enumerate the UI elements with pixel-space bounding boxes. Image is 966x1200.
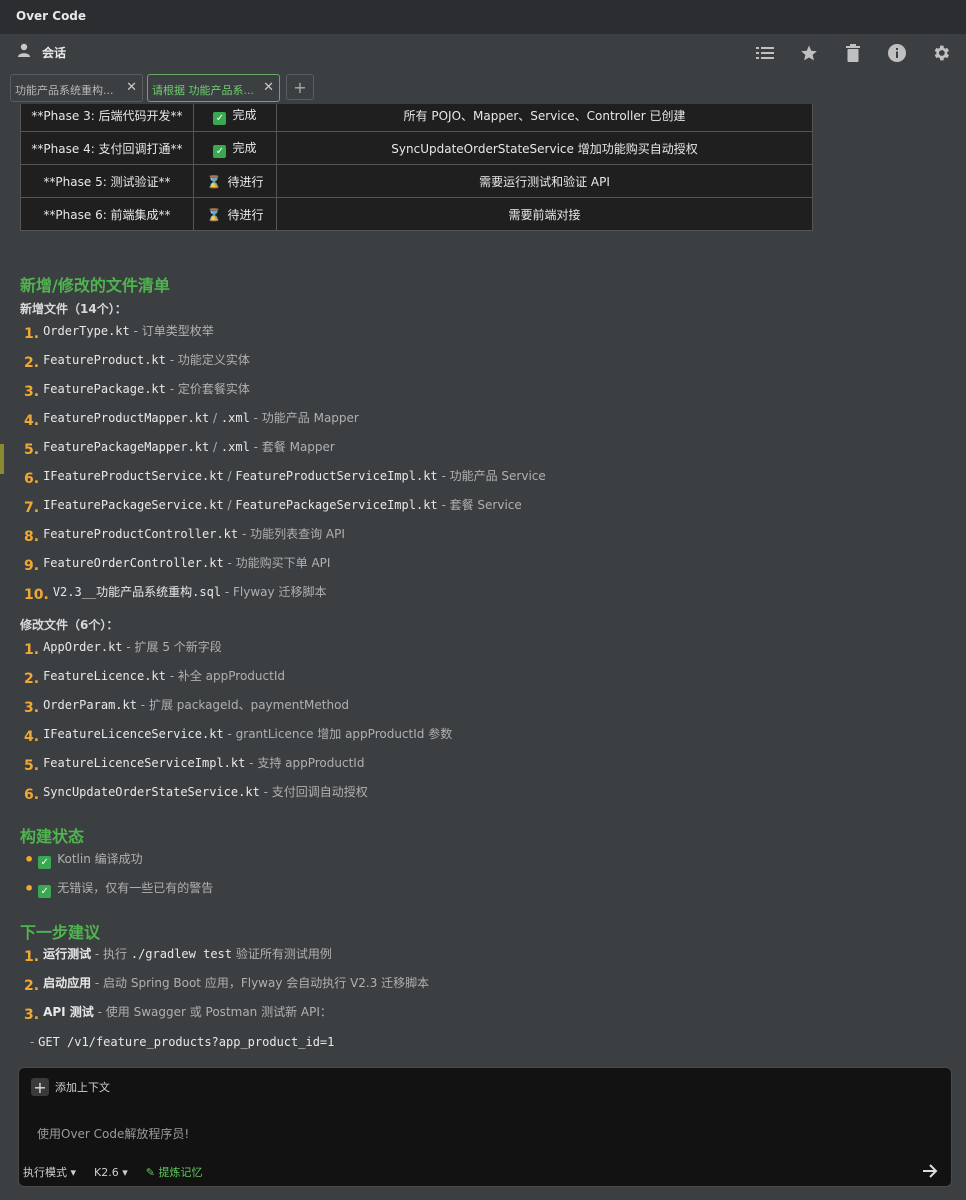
session-bar: 会话: [0, 34, 966, 70]
phase-cell: **Phase 4: 支付回调打通**: [20, 131, 194, 165]
note-cell: SyncUpdateOrderStateService 增加功能购买自动授权: [276, 131, 813, 165]
info-icon[interactable]: [886, 42, 908, 64]
note-cell: 需要前端对接: [276, 197, 813, 231]
list-item: 5. FeatureLicenceServiceImpl.kt - 支持 appP…: [24, 756, 365, 774]
tab-session-1[interactable]: 功能产品系统重构... ✕: [10, 74, 143, 102]
session-label: 会话: [42, 46, 67, 60]
table-row: **Phase 3: 后端代码开发** ✓ 完成 所有 POJO、Mapper、S…: [20, 104, 813, 132]
phase-cell: **Phase 6: 前端集成**: [20, 197, 194, 231]
list-item: 9. FeatureOrderController.kt - 功能购买下单 API: [24, 556, 331, 574]
chat-input-box: + 添加上下文 执行模式 ▾ K2.6 ▾ ✎ 提炼记忆: [18, 1067, 952, 1187]
add-tab-button[interactable]: +: [286, 74, 314, 100]
list-icon[interactable]: [754, 42, 776, 64]
message-content: **Phase 3: 后端代码开发** ✓ 完成 所有 POJO、Mapper、S…: [0, 104, 966, 1054]
phase-table: **Phase 3: 后端代码开发** ✓ 完成 所有 POJO、Mapper、S…: [20, 104, 813, 231]
list-item: • ✓ 无错误，仅有一些已有的警告: [24, 879, 214, 898]
gear-icon[interactable]: [930, 42, 952, 64]
note-cell: 所有 POJO、Mapper、Service、Controller 已创建: [276, 104, 813, 132]
status-cell: ✓ 完成: [193, 104, 277, 132]
tab-label: 功能产品系统重构...: [15, 84, 114, 97]
check-icon: ✓: [38, 885, 52, 898]
tab-bar: 功能产品系统重构... ✕ 请根据 功能产品系... ✕: [0, 70, 966, 104]
tab-session-2[interactable]: 请根据 功能产品系... ✕: [147, 74, 280, 102]
hourglass-icon: ⌛: [206, 174, 222, 189]
note-cell: 需要运行测试和验证 API: [276, 164, 813, 198]
app-title: Over Code: [16, 9, 87, 23]
pencil-icon: ✎: [145, 1166, 155, 1179]
list-item: 1. AppOrder.kt - 扩展 5 个新字段: [24, 640, 222, 658]
status-cell: ⌛ 待进行: [193, 197, 277, 231]
check-icon: ✓: [213, 111, 227, 125]
section-heading-files: 新增/修改的文件清单: [20, 276, 170, 295]
check-icon: ✓: [213, 144, 227, 158]
chat-input[interactable]: [37, 1124, 897, 1144]
caret-down-icon: ▾: [70, 1166, 77, 1179]
phase-cell: **Phase 3: 后端代码开发**: [20, 104, 194, 132]
caret-down-icon: ▾: [122, 1165, 128, 1179]
add-context-label: 添加上下文: [55, 1081, 110, 1094]
list-item: 3. OrderParam.kt - 扩展 packageId、paymentMe…: [24, 698, 350, 716]
list-item: 3. FeaturePackage.kt - 定价套餐实体: [24, 382, 250, 400]
check-icon: ✓: [38, 856, 52, 869]
table-row: **Phase 4: 支付回调打通** ✓ 完成 SyncUpdateOrderS…: [20, 131, 813, 165]
trash-icon[interactable]: [842, 42, 864, 64]
list-item: 2. FeatureLicence.kt - 补全 appProductId: [24, 669, 285, 687]
list-item: 8. FeatureProductController.kt - 功能列表查询 A…: [24, 527, 345, 545]
input-footer: 执行模式 ▾ K2.6 ▾ ✎ 提炼记忆: [23, 1164, 203, 1180]
gutter-marker: [0, 444, 4, 474]
list-item: 10. V2.3__功能产品系统重构.sql - Flyway 迁移脚本: [24, 585, 327, 603]
list-item: 1. 运行测试 - 执行 ./gradlew test 验证所有测试用例: [24, 947, 332, 965]
list-item: 7. IFeaturePackageService.kt / FeaturePac…: [24, 498, 522, 516]
memory-button[interactable]: ✎ 提炼记忆: [146, 1164, 203, 1180]
send-icon[interactable]: [919, 1160, 941, 1182]
table-row: **Phase 5: 测试验证** ⌛ 待进行 需要运行测试和验证 API: [20, 164, 813, 198]
list-item: 4. IFeatureLicenceService.kt - grantLicen…: [24, 727, 453, 745]
close-icon[interactable]: ✕: [126, 80, 137, 95]
close-icon[interactable]: ✕: [263, 80, 274, 95]
status-cell: ⌛ 待进行: [193, 164, 277, 198]
hourglass-icon: ⌛: [206, 207, 222, 222]
model-select[interactable]: K2.6 ▾: [94, 1166, 128, 1179]
list-item: 2. 启动应用 - 启动 Spring Boot 应用，Flyway 会自动执行 …: [24, 976, 430, 994]
list-item: 6. IFeatureProductService.kt / FeaturePro…: [24, 469, 546, 487]
list-item: 6. SyncUpdateOrderStateService.kt - 支付回调自…: [24, 785, 368, 803]
phase-cell: **Phase 5: 测试验证**: [20, 164, 194, 198]
list-item: 5. FeaturePackageMapper.kt / .xml - 套餐 Ma…: [24, 440, 335, 458]
star-icon[interactable]: [798, 42, 820, 64]
status-cell: ✓ 完成: [193, 131, 277, 165]
list-item: 1. OrderType.kt - 订单类型枚举: [24, 324, 214, 342]
list-item: 3. API 测试 - 使用 Swagger 或 Postman 测试新 API：: [24, 1005, 332, 1023]
list-item: 2. FeatureProduct.kt - 功能定义实体: [24, 353, 250, 371]
section-heading-next: 下一步建议: [20, 923, 101, 942]
new-files-heading: 新增文件（14个）：: [20, 302, 127, 316]
api-command: - GET /v1/feature_products?app_product_i…: [30, 1035, 335, 1049]
title-bar: Over Code: [0, 0, 966, 34]
user-icon: [16, 42, 32, 58]
add-context-button[interactable]: + 添加上下文: [31, 1078, 110, 1097]
list-item: • ✓ Kotlin 编译成功: [24, 850, 143, 869]
plus-icon: +: [31, 1078, 49, 1097]
modified-files-heading: 修改文件（6个）：: [20, 618, 119, 632]
mode-select[interactable]: 执行模式 ▾: [23, 1164, 76, 1180]
table-row: **Phase 6: 前端集成** ⌛ 待进行 需要前端对接: [20, 197, 813, 231]
tab-label: 请根据 功能产品系...: [152, 84, 254, 97]
section-heading-build: 构建状态: [20, 827, 85, 846]
list-item: 4. FeatureProductMapper.kt / .xml - 功能产品 …: [24, 411, 359, 429]
